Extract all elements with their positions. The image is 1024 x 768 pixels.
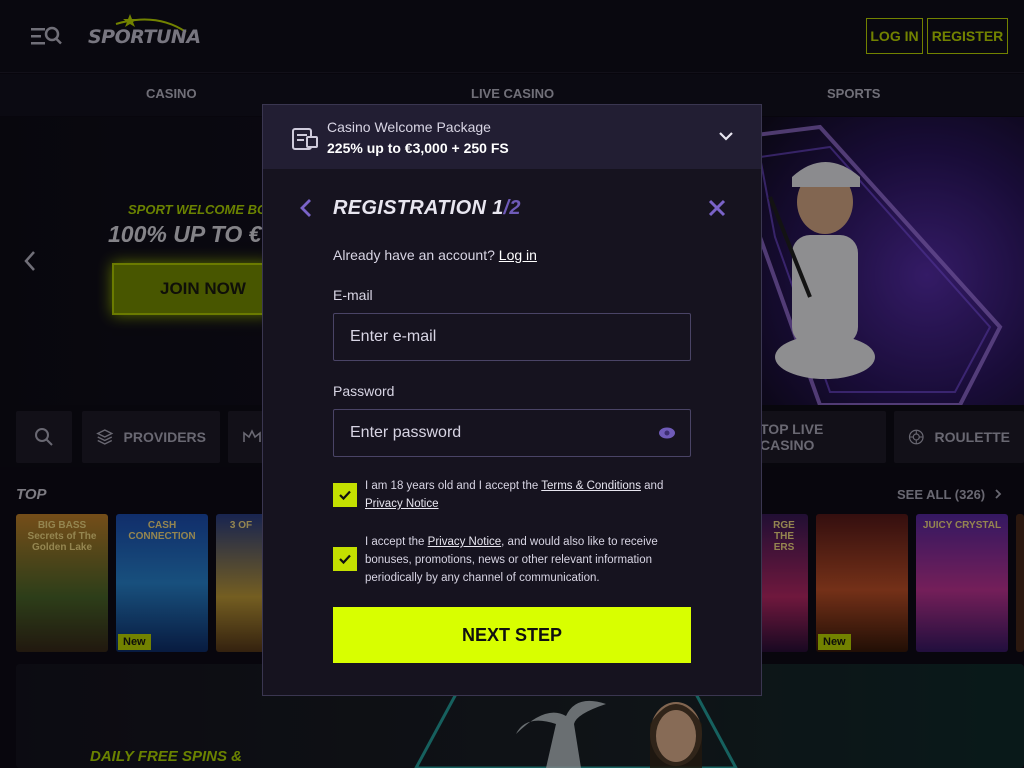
back-arrow-icon[interactable] [299,197,313,219]
marketing-consent-checkbox[interactable] [333,547,357,571]
password-field-wrapper [333,409,691,457]
welcome-package-title: Casino Welcome Package [327,119,491,135]
consent-1-and: and [640,480,664,492]
chevron-down-icon [719,132,733,141]
registration-title: REGISTRATION 1/2 [333,197,521,220]
checkmark-icon [339,490,351,501]
email-field-wrapper [333,313,691,361]
consent-2-pre: I accept the [365,536,428,548]
already-account-text: Already have an account? Log in [333,247,537,263]
email-label: E-mail [333,287,373,303]
consent-1-pre: I am 18 years old and I accept the [365,480,542,492]
show-password-icon[interactable] [658,427,676,439]
registration-step-total: /2 [503,197,521,219]
password-field[interactable] [334,410,690,456]
already-account-label: Already have an account? [333,247,495,263]
next-step-button[interactable]: NEXT STEP [333,607,691,663]
registration-title-main: REGISTRATION 1 [333,197,504,219]
registration-modal: Casino Welcome Package 225% up to €3,000… [262,104,762,696]
privacy-notice-link[interactable]: Privacy Notice [428,536,502,548]
page: SPORTUNA LOG IN REGISTER CASINO LIVE CAS… [0,0,1024,768]
age-terms-checkbox[interactable] [333,483,357,507]
login-link[interactable]: Log in [499,247,537,263]
checkmark-icon [339,554,351,565]
marketing-consent-text: I accept the Privacy Notice, and would a… [365,533,685,587]
welcome-package-dropdown[interactable]: Casino Welcome Package 225% up to €3,000… [263,105,761,169]
password-label: Password [333,383,395,399]
age-terms-text: I am 18 years old and I accept the Terms… [365,477,685,513]
terms-link[interactable]: Terms & Conditions [541,480,641,492]
email-field[interactable] [334,314,690,360]
bonus-icon [292,128,318,150]
welcome-package-offer: 225% up to €3,000 + 250 FS [327,140,509,156]
privacy-notice-link[interactable]: Privacy Notice [365,498,439,510]
close-icon[interactable] [707,198,727,218]
